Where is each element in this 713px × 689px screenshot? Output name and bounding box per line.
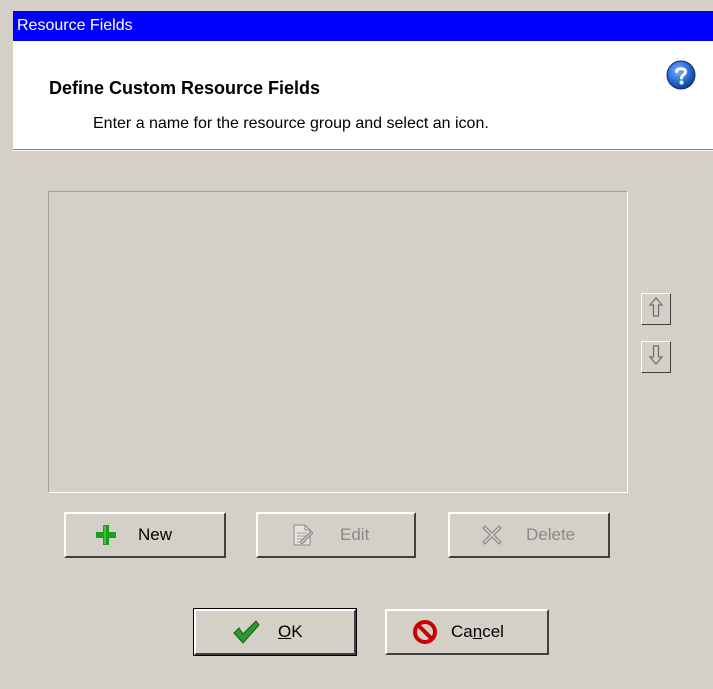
ok-rest: K	[291, 622, 303, 641]
arrow-down-icon	[648, 344, 664, 371]
delete-button[interactable]: Delete	[448, 512, 610, 558]
cancel-post: cel	[482, 622, 504, 641]
ok-button[interactable]: OK	[193, 608, 357, 656]
ok-button-label: OK	[278, 622, 303, 642]
edit-button-label: Edit	[340, 525, 370, 544]
cancel-mnemonic: n	[472, 622, 483, 641]
checkmark-icon	[226, 617, 266, 647]
no-symbol-icon	[405, 617, 445, 647]
dialog-title-bar[interactable]: Resource Fields	[13, 11, 713, 41]
dialog-header: Define Custom Resource Fields Enter a na…	[13, 41, 713, 149]
header-divider	[13, 149, 713, 151]
cancel-button-label: Cancel	[451, 622, 504, 642]
move-down-button[interactable]	[641, 341, 671, 373]
edit-document-icon	[282, 520, 322, 550]
delete-button-label: Delete	[526, 525, 576, 544]
move-up-button[interactable]	[641, 293, 671, 325]
arrow-up-icon	[648, 296, 664, 323]
new-button[interactable]: New	[64, 512, 226, 558]
delete-x-icon	[472, 520, 512, 550]
header-title: Define Custom Resource Fields	[49, 78, 321, 98]
plus-icon	[86, 520, 126, 550]
cancel-button[interactable]: Cancel	[385, 609, 549, 655]
resource-fields-list[interactable]	[48, 191, 628, 493]
help-icon[interactable]	[665, 59, 697, 91]
header-subtitle: Enter a name for the resource group and …	[93, 115, 489, 132]
dialog-title: Resource Fields	[17, 17, 133, 34]
edit-button[interactable]: Edit	[256, 512, 416, 558]
resource-fields-dialog: Resource Fields Define Custom Resource F…	[0, 0, 713, 689]
ok-mnemonic: O	[278, 622, 292, 641]
new-button-label: New	[138, 525, 173, 544]
cancel-pre: Ca	[451, 622, 473, 641]
